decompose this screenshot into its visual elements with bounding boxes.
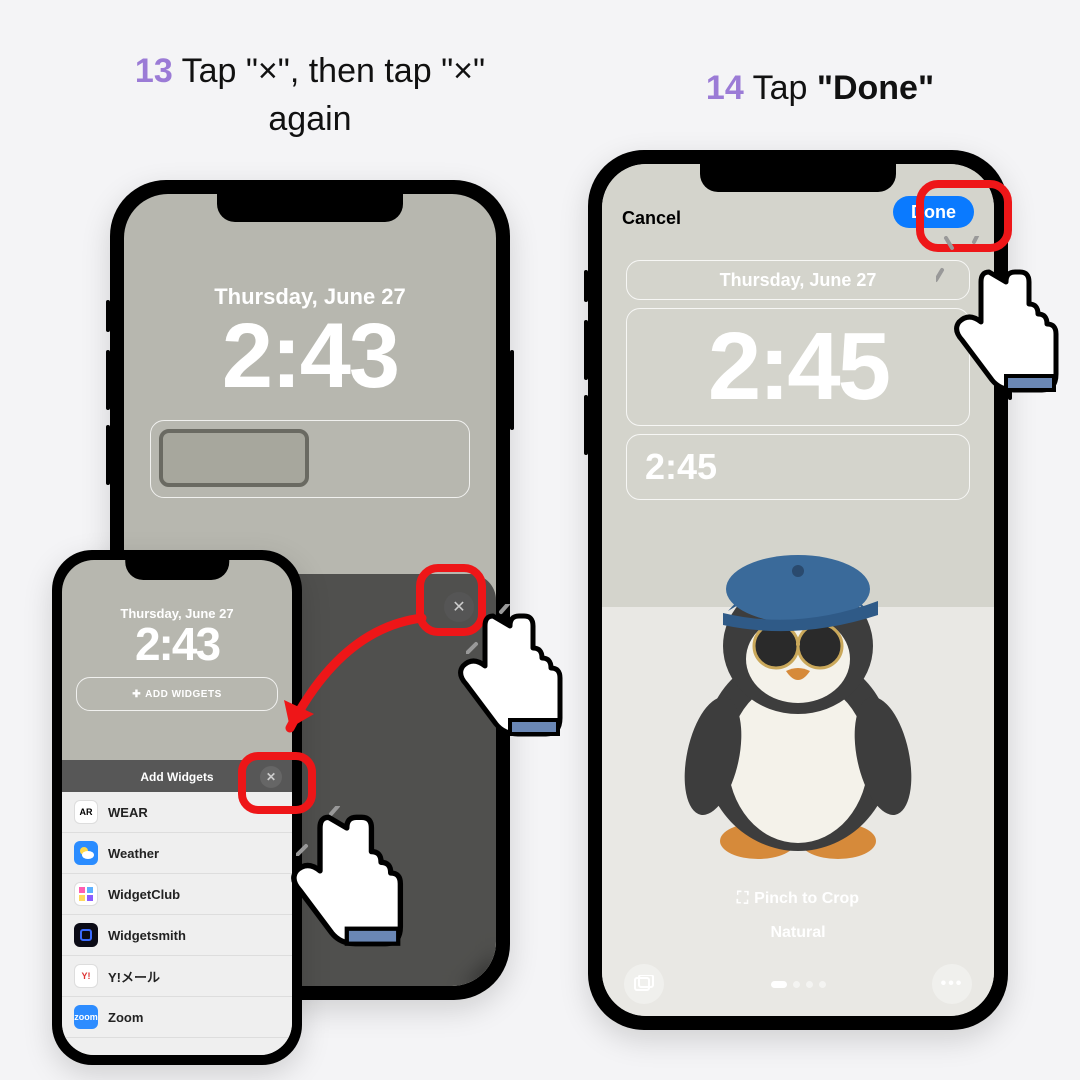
more-button[interactable]: ••• <box>932 964 972 1004</box>
app-icon: zoom <box>74 1005 98 1029</box>
widget-app-row[interactable]: zoom Zoom <box>62 997 292 1038</box>
bottom-bar: ••• <box>602 964 994 1004</box>
filter-mode-label[interactable]: Natural <box>602 924 994 942</box>
app-name: Widgetsmith <box>108 928 186 943</box>
step-number: 14 <box>706 69 744 107</box>
app-icon: Y! <box>74 964 98 988</box>
app-icon <box>74 882 98 906</box>
step-text: Tap "×", then tap "×" <box>173 52 485 90</box>
time-widget-slot[interactable]: 2:45 <box>626 308 970 426</box>
app-name: Zoom <box>108 1010 143 1025</box>
widget-slot[interactable] <box>150 420 470 498</box>
app-name: Y!メール <box>108 967 160 986</box>
app-icon <box>74 923 98 947</box>
app-name: WEAR <box>108 805 148 820</box>
date-widget-slot[interactable]: Thursday, June 27 <box>626 260 970 300</box>
app-name: Weather <box>108 846 159 861</box>
app-icon: AR <box>74 800 98 824</box>
notch <box>700 164 896 192</box>
step-14-caption: 14 Tap "Done" <box>610 65 1030 113</box>
notch <box>217 194 403 222</box>
lockscreen-time: 2:43 <box>124 310 496 402</box>
step-bold: "Done" <box>817 69 934 107</box>
page-dots[interactable] <box>771 981 826 988</box>
arrow-icon <box>272 608 442 768</box>
step-text: Tap <box>744 69 817 107</box>
widget-app-row[interactable]: Weather <box>62 833 292 874</box>
step-text-line2: again <box>268 100 351 138</box>
lockscreen-time: 2:43 <box>62 621 292 667</box>
widget-placeholder[interactable] <box>159 429 309 487</box>
pinch-to-crop-label: ⛶Pinch to Crop <box>602 890 994 908</box>
widget-app-row[interactable]: Y! Y!メール <box>62 956 292 997</box>
widget-app-row[interactable]: Widgetsmith <box>62 915 292 956</box>
app-name: WidgetClub <box>108 887 180 902</box>
tap-sparkle-icon <box>466 604 526 654</box>
tap-sparkle-icon <box>296 806 356 856</box>
small-widget-slot[interactable]: 2:45 <box>626 434 970 500</box>
photos-button[interactable] <box>624 964 664 1004</box>
step-13-caption: 13 Tap "×", then tap "×" again <box>100 48 520 143</box>
cancel-button[interactable]: Cancel <box>622 208 681 229</box>
tap-sparkle-icon <box>936 236 1006 296</box>
notch <box>125 560 229 580</box>
widget-app-row[interactable]: WidgetClub <box>62 874 292 915</box>
wallpaper-subject <box>668 541 928 866</box>
app-icon <box>74 841 98 865</box>
step-number: 13 <box>135 52 173 90</box>
add-widgets-button[interactable]: ✚ADD WIDGETS <box>76 677 278 711</box>
